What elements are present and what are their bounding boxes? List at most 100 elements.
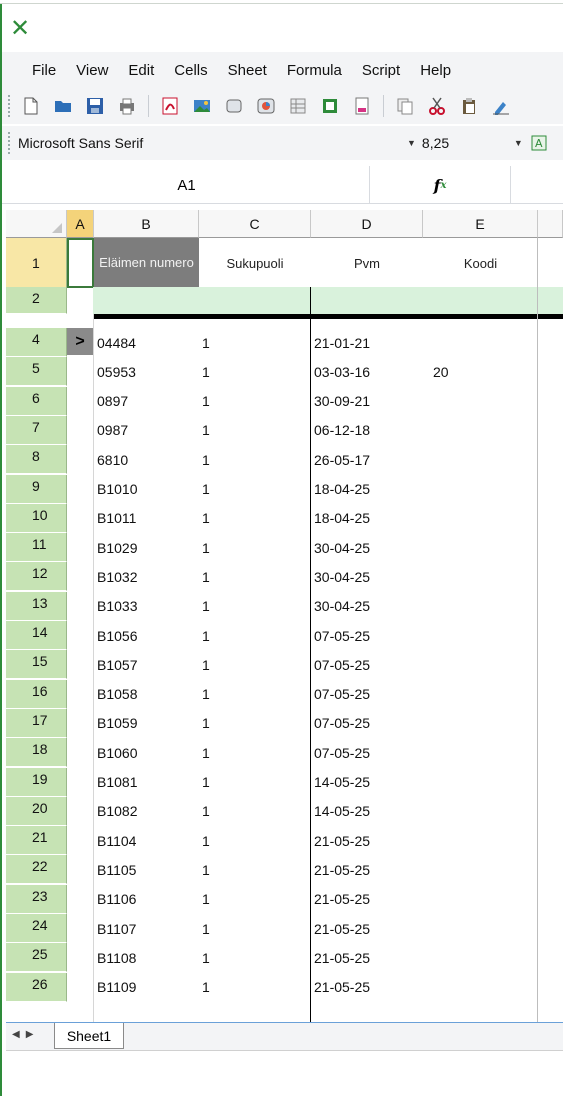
cell-d4[interactable]: 21-01-21 <box>311 328 423 357</box>
cell-b8[interactable]: 6810 <box>94 445 199 474</box>
new-file-icon[interactable] <box>20 95 42 117</box>
select-all-corner[interactable] <box>6 210 67 238</box>
cell-d21[interactable]: 21-05-25 <box>311 826 423 855</box>
cell-e4[interactable] <box>423 328 538 357</box>
header-cell-animal-number[interactable]: Eläimen numero <box>94 238 199 288</box>
cell-d13[interactable]: 30-04-25 <box>311 592 423 621</box>
row-header-25[interactable]: 25 <box>6 943 67 973</box>
header-cell-code[interactable]: Koodi <box>423 238 538 288</box>
column-header-e[interactable]: E <box>423 210 538 238</box>
cell-d22[interactable]: 21-05-25 <box>311 855 423 884</box>
cell-e13[interactable] <box>423 592 538 621</box>
cell-c12[interactable]: 1 <box>199 562 311 591</box>
print-icon[interactable] <box>116 95 138 117</box>
cell-d14[interactable]: 07-05-25 <box>311 621 423 650</box>
cell-d15[interactable]: 07-05-25 <box>311 650 423 679</box>
cell-e24[interactable] <box>423 914 538 943</box>
format-painter-icon[interactable] <box>490 95 512 117</box>
cell-b24[interactable]: B1107 <box>94 914 199 943</box>
cell-e2[interactable] <box>423 287 538 314</box>
cell-e19[interactable] <box>423 768 538 797</box>
cell-c7[interactable]: 1 <box>199 416 311 445</box>
cell-b13[interactable]: B1033 <box>94 592 199 621</box>
cell-c21[interactable]: 1 <box>199 826 311 855</box>
pdf-icon[interactable] <box>159 95 181 117</box>
row-header-2[interactable]: 2 <box>6 287 67 314</box>
cell-d23[interactable]: 21-05-25 <box>311 885 423 914</box>
row-header-26[interactable]: 26 <box>6 972 67 1002</box>
cell-e9[interactable] <box>423 475 538 504</box>
row-header-24[interactable]: 24 <box>6 914 67 943</box>
cell-b11[interactable]: B1029 <box>94 533 199 562</box>
row-header-16[interactable]: 16 <box>6 679 67 709</box>
row-header-5[interactable]: 5 <box>6 357 67 387</box>
cell-d12[interactable]: 30-04-25 <box>311 562 423 591</box>
cell-c18[interactable]: 1 <box>199 738 311 767</box>
cell-b19[interactable]: B1081 <box>94 768 199 797</box>
cell-c14[interactable]: 1 <box>199 621 311 650</box>
cell-c11[interactable]: 1 <box>199 533 311 562</box>
cell-e6[interactable] <box>423 387 538 416</box>
cell-b23[interactable]: B1106 <box>94 885 199 914</box>
cell-e22[interactable] <box>423 855 538 884</box>
template-icon[interactable] <box>319 95 341 117</box>
frozen-pane-divider[interactable] <box>93 314 563 319</box>
cell-d17[interactable]: 07-05-25 <box>311 709 423 738</box>
row-header-18[interactable]: 18 <box>6 738 67 768</box>
cell-e15[interactable] <box>423 650 538 679</box>
image-icon[interactable] <box>191 95 213 117</box>
spreadsheet-grid[interactable]: A B C D E 1 Eläimen numero Sukupuoli Pvm… <box>6 210 563 1022</box>
cell-d20[interactable]: 14-05-25 <box>311 797 423 826</box>
cell-b9[interactable]: B1010 <box>94 475 199 504</box>
menu-script[interactable]: Script <box>352 62 410 79</box>
cell-e20[interactable] <box>423 797 538 826</box>
cell-e8[interactable] <box>423 445 538 474</box>
row-header-19[interactable]: 19 <box>6 767 67 797</box>
cell-d7[interactable]: 06-12-18 <box>311 416 423 445</box>
row-header-12[interactable]: 12 <box>6 562 67 592</box>
menu-cells[interactable]: Cells <box>164 62 217 79</box>
row-header-1[interactable]: 1 <box>6 238 67 288</box>
cell-d10[interactable]: 18-04-25 <box>311 504 423 533</box>
cell-e17[interactable] <box>423 709 538 738</box>
cell-b6[interactable]: 0897 <box>94 387 199 416</box>
column-header-f[interactable] <box>538 210 563 238</box>
table-icon[interactable] <box>287 95 309 117</box>
cell-b25[interactable]: B1108 <box>94 943 199 972</box>
cell-b22[interactable]: B1105 <box>94 855 199 884</box>
tab-scroll-arrows-icon[interactable]: ◀▶ <box>12 1029 39 1040</box>
menu-view[interactable]: View <box>66 62 118 79</box>
cell-c13[interactable]: 1 <box>199 592 311 621</box>
cell-b4[interactable]: 04484 <box>94 328 199 357</box>
cell-c20[interactable]: 1 <box>199 797 311 826</box>
row-header-14[interactable]: 14 <box>6 621 67 650</box>
cell-b26[interactable]: B1109 <box>94 973 199 1002</box>
cell-b2[interactable] <box>94 287 199 314</box>
open-folder-icon[interactable] <box>52 95 74 117</box>
cell-c4[interactable]: 1 <box>199 328 311 357</box>
chart-icon[interactable] <box>255 95 277 117</box>
cell-e23[interactable] <box>423 885 538 914</box>
row-header-13[interactable]: 13 <box>6 591 67 621</box>
cell-c26[interactable]: 1 <box>199 973 311 1002</box>
cell-d6[interactable]: 30-09-21 <box>311 387 423 416</box>
menu-edit[interactable]: Edit <box>118 62 164 79</box>
cell-b15[interactable]: B1057 <box>94 650 199 679</box>
cell-c19[interactable]: 1 <box>199 768 311 797</box>
cell-c25[interactable]: 1 <box>199 943 311 972</box>
menu-formula[interactable]: Formula <box>277 62 352 79</box>
formula-input[interactable] <box>510 166 563 204</box>
cut-icon[interactable] <box>426 95 448 117</box>
cell-d25[interactable]: 21-05-25 <box>311 943 423 972</box>
cell-b18[interactable]: B1060 <box>94 738 199 767</box>
cell-c24[interactable]: 1 <box>199 914 311 943</box>
cell-b5[interactable]: 05953 <box>94 357 199 386</box>
cell-e10[interactable] <box>423 504 538 533</box>
header-cell-sex[interactable]: Sukupuoli <box>199 238 311 288</box>
row-header-8[interactable]: 8 <box>6 445 67 475</box>
tab-sheet1[interactable]: Sheet1 <box>54 1023 124 1049</box>
cell-b10[interactable]: B1011 <box>94 504 199 533</box>
cell-c5[interactable]: 1 <box>199 357 311 386</box>
row-header-10[interactable]: 10 <box>6 503 67 533</box>
cell-b16[interactable]: B1058 <box>94 680 199 709</box>
